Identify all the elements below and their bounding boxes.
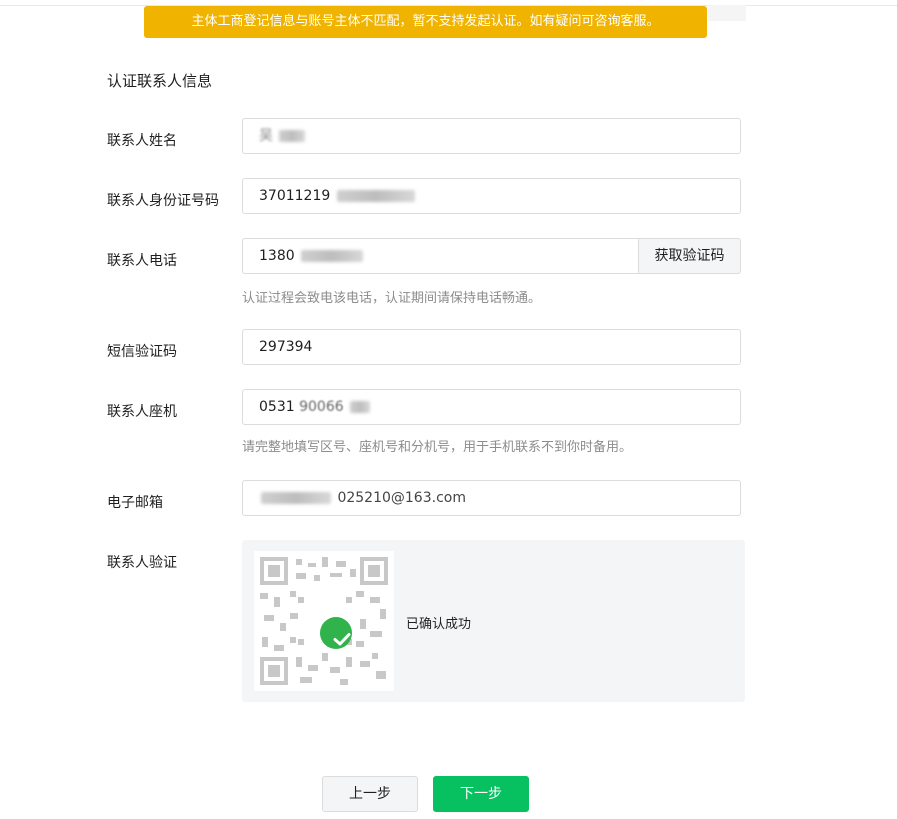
- name-label: 联系人姓名: [107, 133, 177, 149]
- phone-hint: 认证过程会致电该电话，认证期间请保持电话畅通。: [242, 291, 542, 306]
- landline-suffix: 90066: [299, 399, 344, 415]
- phone-value: 1380: [259, 248, 295, 264]
- redacted-mark: [350, 401, 371, 413]
- redacted-mark: [279, 130, 306, 142]
- contact-verify-label: 联系人验证: [107, 555, 177, 571]
- email-label: 电子邮箱: [107, 495, 163, 511]
- redacted-mark: [301, 250, 364, 262]
- email-field[interactable]: 025210@163.com: [242, 480, 741, 516]
- name-field[interactable]: 吴: [242, 118, 741, 154]
- phone-field[interactable]: 1380: [242, 238, 639, 274]
- top-tab-stub: [708, 5, 746, 21]
- warning-banner: 主体工商登记信息与账号主体不匹配，暂不支持发起认证。如有疑问可咨询客服。: [144, 6, 707, 38]
- email-value: 025210@163.com: [337, 490, 466, 506]
- phone-label: 联系人电话: [107, 253, 177, 269]
- next-step-button[interactable]: 下一步: [433, 776, 529, 812]
- page: 主体工商登记信息与账号主体不匹配，暂不支持发起认证。如有疑问可咨询客服。 认证联…: [0, 0, 897, 819]
- name-value: 吴: [259, 128, 273, 144]
- previous-step-button[interactable]: 上一步: [322, 776, 418, 812]
- qr-code: [254, 551, 394, 691]
- check-icon: [320, 617, 352, 649]
- sms-code-field[interactable]: 297394: [242, 329, 741, 365]
- landline-prefix: 0531: [259, 399, 295, 415]
- sms-code-value: 297394: [259, 339, 313, 355]
- verify-status-text: 已确认成功: [406, 617, 472, 632]
- id-number-field[interactable]: 37011219: [242, 178, 741, 214]
- id-number-value: 37011219: [259, 188, 331, 204]
- get-code-button[interactable]: 获取验证码: [638, 238, 741, 274]
- landline-label: 联系人座机: [107, 404, 177, 420]
- id-number-label: 联系人身份证号码: [107, 193, 219, 209]
- landline-hint: 请完整地填写区号、座机号和分机号，用于手机联系不到你时备用。: [242, 440, 633, 455]
- redacted-mark: [261, 492, 331, 504]
- contact-verify-panel: 已确认成功: [242, 540, 745, 702]
- landline-field[interactable]: 0531 90066: [242, 389, 741, 425]
- redacted-mark: [336, 190, 415, 202]
- section-title: 认证联系人信息: [107, 72, 213, 90]
- sms-code-label: 短信验证码: [107, 344, 177, 360]
